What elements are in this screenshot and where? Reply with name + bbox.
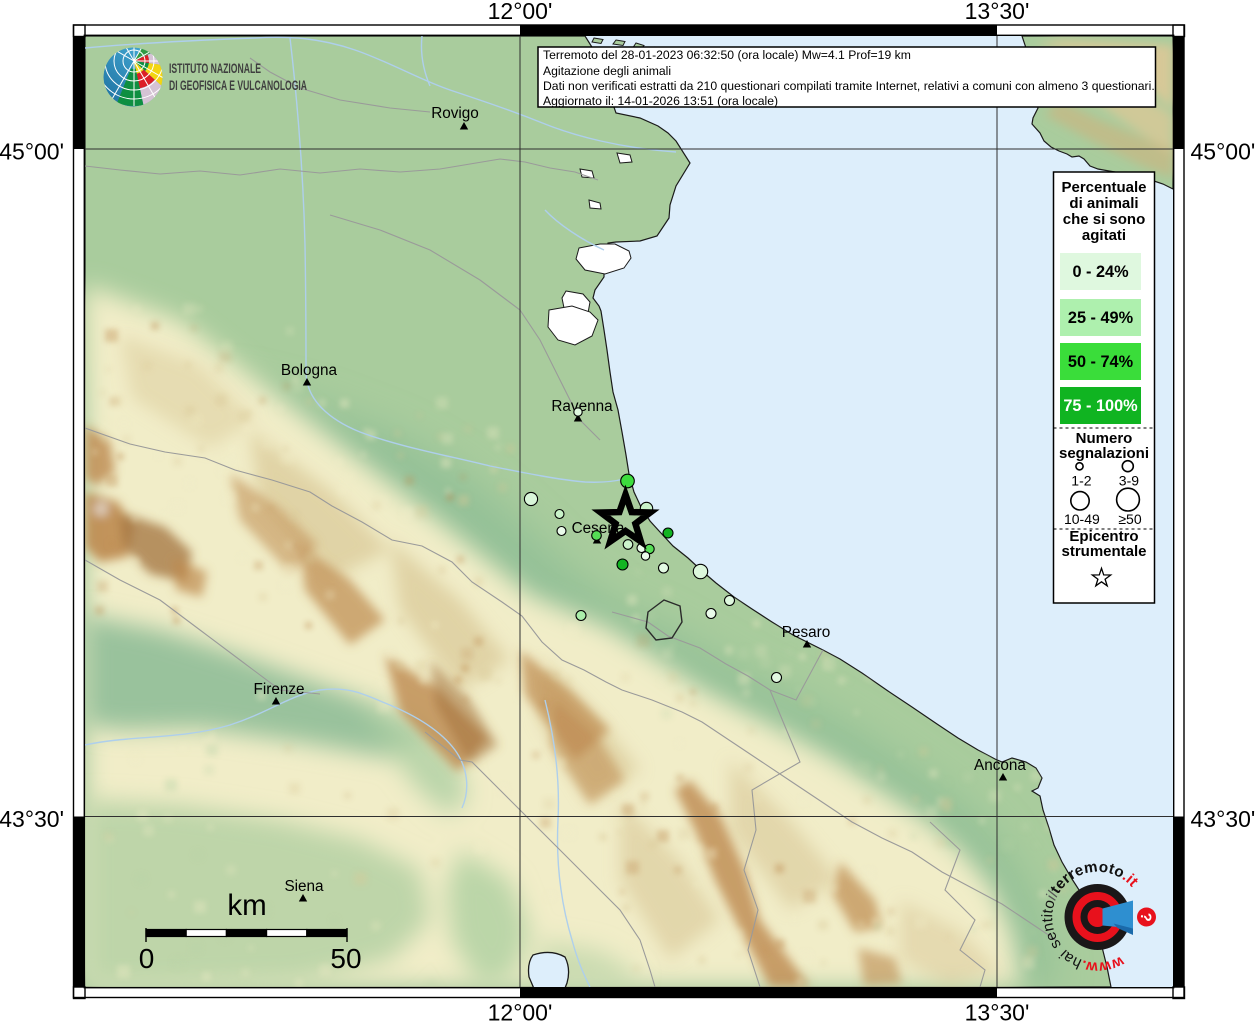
svg-text:12°00': 12°00' [488,0,553,24]
svg-text:1-2: 1-2 [1071,473,1091,489]
svg-text:km: km [227,889,266,922]
svg-text:12°00': 12°00' [488,1000,553,1024]
svg-text:0 - 24%: 0 - 24% [1072,263,1129,281]
svg-text:che si sono: che si sono [1063,211,1146,228]
svg-text:?: ? [1137,912,1155,923]
svg-text:13°30': 13°30' [965,1000,1030,1024]
svg-text:Dati non verificati estratti d: Dati non verificati estratti da 210 ques… [543,79,1155,93]
svg-text:10-49: 10-49 [1064,511,1100,527]
svg-text:Pesaro: Pesaro [782,624,830,641]
svg-text:agitati: agitati [1082,227,1126,244]
svg-text:45°00': 45°00' [0,139,64,165]
svg-text:Percentuale: Percentuale [1061,179,1146,196]
svg-text:75 - 100%: 75 - 100% [1063,397,1138,415]
svg-text:0: 0 [139,943,155,974]
svg-text:strumentale: strumentale [1061,543,1146,560]
svg-text:Aggiornato il: 14-01-2026 13:5: Aggiornato il: 14-01-2026 13:51 (ora loc… [543,94,778,108]
svg-text:45°00': 45°00' [1191,139,1256,165]
svg-text:50: 50 [330,943,361,974]
svg-text:DI GEOFISICA E VULCANOLOGIA: DI GEOFISICA E VULCANOLOGIA [169,77,307,93]
svg-text:13°30': 13°30' [965,0,1030,24]
svg-text:Firenze: Firenze [253,681,304,698]
svg-text:Siena: Siena [284,878,324,895]
svg-text:≥50: ≥50 [1118,511,1141,527]
svg-text:Agitazione degli animali: Agitazione degli animali [543,64,671,78]
svg-text:Bologna: Bologna [281,362,338,379]
svg-text:Ancona: Ancona [974,757,1026,774]
svg-text:25 - 49%: 25 - 49% [1068,309,1134,327]
svg-text:43°30': 43°30' [0,806,64,832]
svg-text:ISTITUTO NAZIONALE: ISTITUTO NAZIONALE [169,60,261,76]
svg-text:43°30': 43°30' [1191,806,1256,832]
svg-text:segnalazioni: segnalazioni [1059,445,1149,462]
svg-text:Rovigo: Rovigo [431,105,479,122]
svg-text:Terremoto del 28-01-2023 06:32: Terremoto del 28-01-2023 06:32:50 (ora l… [543,48,911,62]
svg-text:50 - 74%: 50 - 74% [1068,353,1134,371]
svg-text:di animali: di animali [1069,195,1138,212]
svg-text:3-9: 3-9 [1119,473,1139,489]
